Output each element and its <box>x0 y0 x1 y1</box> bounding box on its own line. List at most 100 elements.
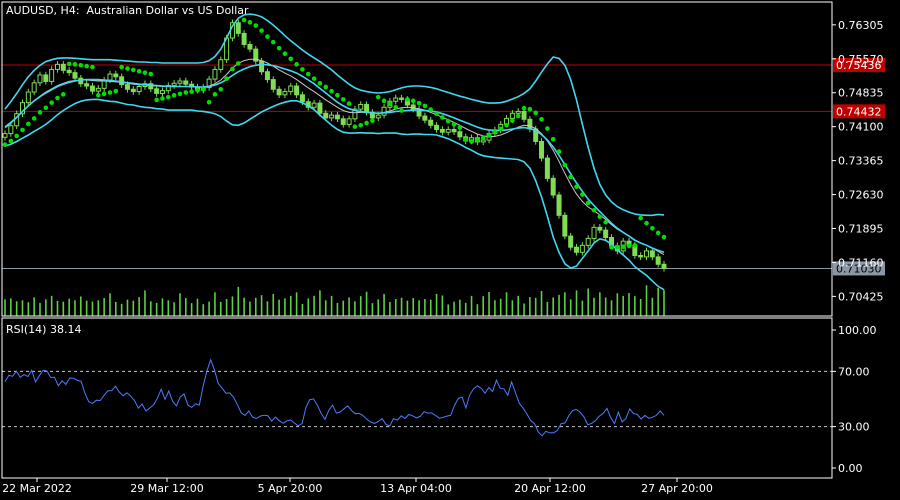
sar-dot <box>463 137 469 142</box>
candle-body <box>451 128 457 133</box>
sar-dot <box>78 62 84 68</box>
candle-body <box>264 71 270 81</box>
sar-dot <box>457 125 463 130</box>
candle-body <box>329 114 335 119</box>
sar-dot <box>655 230 661 236</box>
y-tick-label: 0.71160 <box>838 256 884 269</box>
sar-dot <box>323 84 329 90</box>
sar-dot <box>37 110 43 115</box>
main-price-panel[interactable] <box>2 13 832 316</box>
candle-body <box>212 68 218 80</box>
sar-dot <box>165 94 171 100</box>
sar-dot <box>521 105 527 111</box>
sar-dot <box>434 111 439 117</box>
candle-body <box>171 82 177 87</box>
candle-body <box>550 177 556 196</box>
sar-dot <box>282 51 288 57</box>
sar-dot <box>265 34 270 39</box>
sar-dot <box>101 91 107 97</box>
sar-dot <box>486 133 492 138</box>
sar-dot <box>171 92 177 98</box>
candle-body <box>113 73 119 78</box>
candle-body <box>574 246 580 253</box>
axes: 0.754360.744320.710300.763050.755700.748… <box>1 1 885 495</box>
sar-dot <box>603 219 608 225</box>
candle-body <box>136 86 142 93</box>
candle-body <box>49 68 55 82</box>
sar-dot <box>317 80 323 86</box>
candle-body <box>247 43 253 50</box>
sar-dot <box>311 76 317 81</box>
rsi-y-tick-label: 0.00 <box>838 462 863 475</box>
sar-dot <box>300 67 305 72</box>
sar-dot <box>212 92 218 97</box>
rsi-panel-frame <box>1 317 833 479</box>
candle-body <box>177 80 183 84</box>
candle-body <box>638 255 644 258</box>
candle-body <box>159 90 165 94</box>
sar-dot <box>270 39 276 45</box>
candle-body <box>375 114 381 119</box>
candle-body <box>119 76 125 86</box>
sar-dot <box>8 138 14 144</box>
sar-dot <box>305 71 311 77</box>
sar-dot <box>177 91 183 97</box>
candle-body <box>661 263 667 269</box>
candle-body <box>276 88 282 96</box>
candle-body <box>299 94 305 103</box>
candle-body <box>43 74 49 82</box>
candle-body <box>521 110 527 120</box>
x-tick-label: 27 Apr 20:00 <box>641 482 713 495</box>
candle-body <box>95 87 101 92</box>
sar-dot <box>451 122 457 127</box>
candle-body <box>515 110 521 114</box>
y-tick-label: 0.72630 <box>838 189 884 202</box>
rsi-panel[interactable] <box>2 358 832 437</box>
sar-dot <box>422 103 428 109</box>
candle-body <box>585 237 591 246</box>
sar-dot <box>49 100 54 105</box>
sar-dot <box>428 107 434 112</box>
candle-body <box>154 88 160 94</box>
sar-dot <box>329 88 334 94</box>
sar-dot <box>195 87 200 93</box>
symbol-title: AUDUSD, H4: Australian Dollar vs US Doll… <box>6 4 249 17</box>
sar-dot <box>527 106 533 112</box>
sar-dot <box>2 142 8 147</box>
candle-body <box>445 128 451 133</box>
candle-body <box>8 125 14 135</box>
sar-dot <box>410 98 416 104</box>
sar-dot <box>206 99 212 105</box>
sar-dot <box>66 61 72 67</box>
candle-body <box>54 63 60 70</box>
candle-body <box>340 118 346 125</box>
sar-dot <box>340 97 346 102</box>
sar-dot <box>550 136 556 142</box>
candle-body <box>346 118 352 125</box>
candle-body <box>399 97 405 100</box>
y-tick-label: 0.76305 <box>838 19 884 32</box>
candle-body <box>218 59 224 70</box>
chart-canvas[interactable]: 0.754360.744320.710300.763050.755700.748… <box>0 0 900 500</box>
sar-dot <box>247 20 253 25</box>
y-tick-label: 0.70425 <box>838 290 884 303</box>
sar-dot <box>346 101 352 106</box>
sar-dot <box>632 243 638 248</box>
sar-dot <box>294 62 299 67</box>
sar-dot <box>96 92 101 98</box>
candle-body <box>579 244 585 253</box>
candle-body <box>317 102 323 114</box>
sar-dot <box>620 244 626 250</box>
candle-body <box>72 72 78 79</box>
sar-dot <box>545 126 550 131</box>
sar-dot <box>370 118 375 123</box>
bollinger-upper-band <box>4 13 665 217</box>
candle-body <box>84 83 90 87</box>
sar-dot <box>381 98 387 104</box>
candle-body <box>597 226 603 231</box>
sar-dot <box>107 90 113 95</box>
sar-dot <box>445 118 451 124</box>
candle-body <box>544 157 550 179</box>
sar-dot <box>405 97 410 102</box>
sar-dot <box>84 63 89 69</box>
